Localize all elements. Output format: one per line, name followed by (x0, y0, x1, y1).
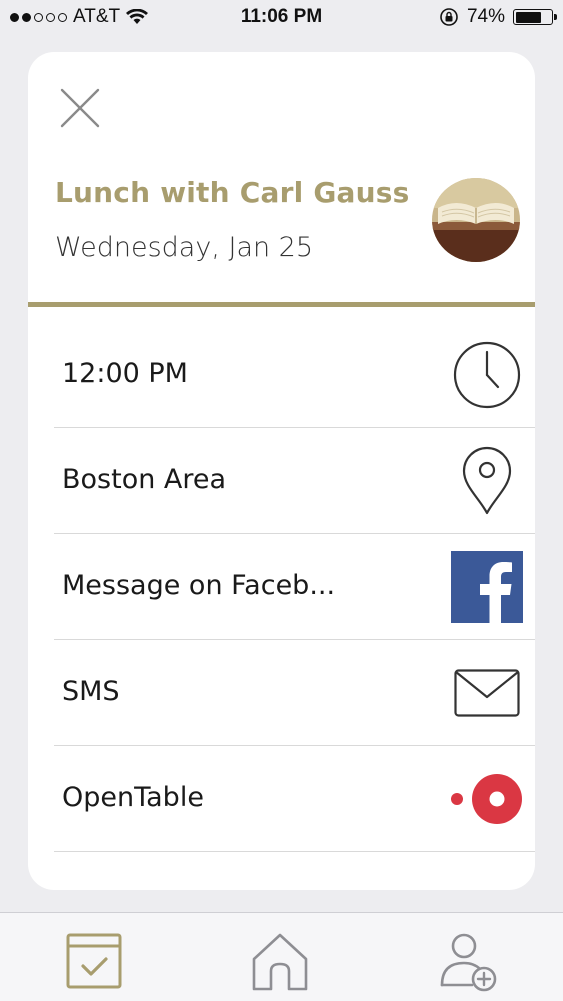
status-right: 74% (439, 6, 557, 28)
battery-level (515, 11, 542, 23)
status-bar: AT&T 11:06 PM 74% (0, 0, 563, 36)
partial-red-icon (449, 874, 525, 890)
location-row[interactable]: Boston Area (54, 428, 535, 534)
event-date: Wednesday, Jan 25 (55, 232, 314, 263)
sms-label: SMS (62, 676, 120, 707)
opentable-label: OpenTable (62, 782, 204, 813)
home-icon[interactable] (248, 929, 312, 993)
next-row-partial[interactable] (54, 852, 535, 890)
calendar-check-icon[interactable] (62, 929, 126, 993)
time-row[interactable]: 12:00 PM (54, 322, 535, 428)
action-list: 12:00 PM Boston Area Message on Faceb...… (28, 322, 535, 890)
book-image (432, 178, 520, 262)
event-title: Lunch with Carl Gauss (55, 176, 410, 209)
event-avatar (432, 178, 520, 262)
facebook-message-label: Message on Faceb... (62, 570, 336, 601)
clock-icon (449, 337, 525, 413)
time-label: 12:00 PM (62, 358, 188, 389)
add-user-icon[interactable] (436, 929, 500, 993)
sms-row[interactable]: SMS (54, 640, 535, 746)
tab-bar (0, 912, 563, 1001)
opentable-icon (449, 761, 525, 837)
battery-icon (513, 9, 557, 25)
location-pin-icon (449, 443, 525, 519)
header-divider (28, 302, 535, 307)
facebook-message-row[interactable]: Message on Faceb... (54, 534, 535, 640)
location-label: Boston Area (62, 464, 227, 495)
orientation-lock-icon (440, 8, 458, 26)
battery-percent: 74% (466, 6, 505, 27)
close-icon[interactable] (58, 86, 102, 130)
opentable-row[interactable]: OpenTable (54, 746, 535, 852)
facebook-icon (449, 549, 525, 625)
envelope-icon (449, 655, 525, 731)
event-card: Lunch with Carl Gauss Wednesday, Jan 25 … (28, 52, 535, 890)
